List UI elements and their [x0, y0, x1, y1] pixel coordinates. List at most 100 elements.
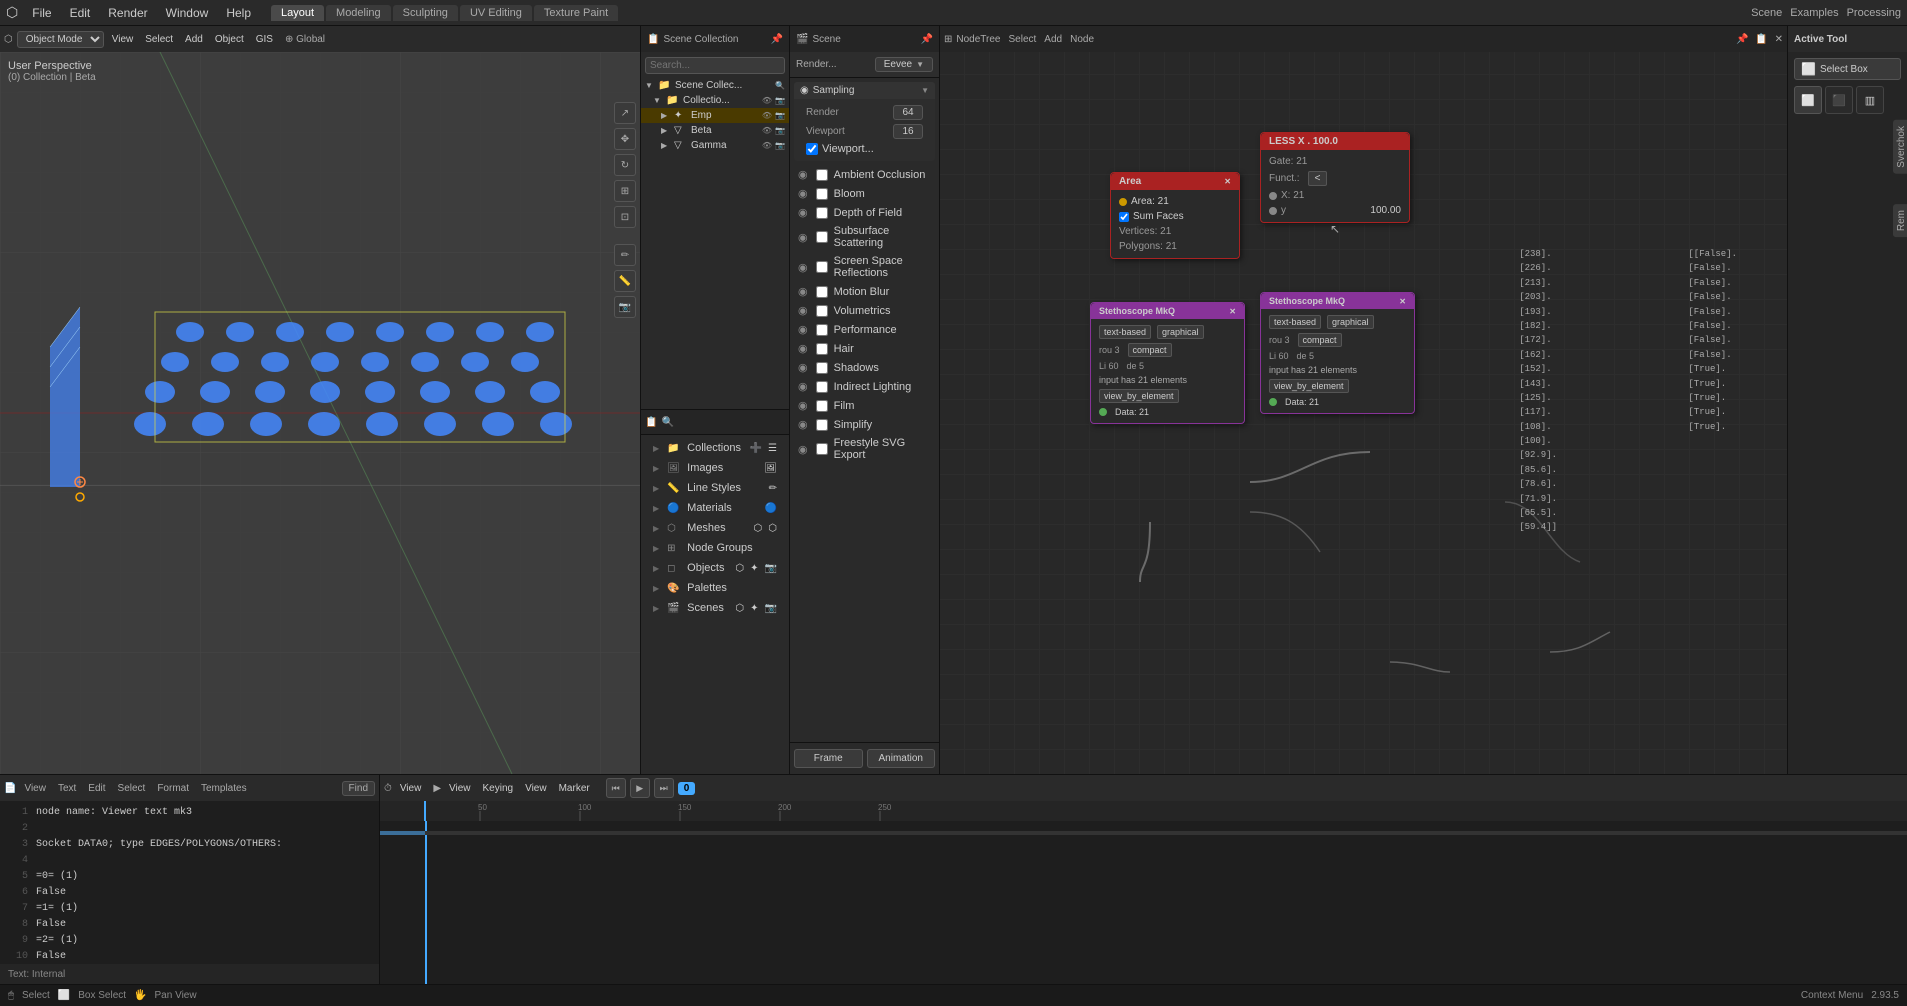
prop-palettes[interactable]: ▶ 🎨 Palettes: [645, 579, 785, 597]
prop-materials[interactable]: ▶ 🔵 Materials 🔵: [645, 499, 785, 517]
shadows-checkbox[interactable]: [816, 362, 828, 374]
move-tool-btn[interactable]: ✥: [614, 128, 636, 150]
node-stetho2-close[interactable]: ✕: [1399, 297, 1406, 306]
node-copy-icon[interactable]: 📋: [1755, 34, 1767, 45]
engine-select[interactable]: Eevee ▼: [875, 57, 933, 72]
viewport-select-menu[interactable]: Select: [141, 33, 177, 46]
indirect-checkbox[interactable]: [816, 381, 828, 393]
node-pin-icon[interactable]: 📌: [1736, 34, 1748, 45]
objects-icon3[interactable]: ✦: [750, 563, 758, 574]
cursor-tool-btn[interactable]: ↗: [614, 102, 636, 124]
tab-texture-paint[interactable]: Texture Paint: [534, 5, 618, 21]
stetho1-view-btn[interactable]: view_by_element: [1099, 389, 1179, 403]
prop-ambient-occlusion[interactable]: ◉ Ambient Occlusion: [790, 165, 939, 184]
select-box-item[interactable]: ⬜ Select Box: [1794, 58, 1901, 80]
prop-film[interactable]: ◉ Film: [790, 396, 939, 415]
gamma-cam-btn[interactable]: 📷: [775, 141, 785, 150]
outliner-search-input[interactable]: [645, 57, 785, 74]
marker-menu[interactable]: Marker: [555, 782, 594, 795]
rem-tab[interactable]: Rem: [1893, 204, 1907, 237]
prop-simplify[interactable]: ◉ Simplify: [790, 415, 939, 434]
node-close-icon[interactable]: ✕: [1775, 34, 1783, 45]
node-stethoscope-2[interactable]: Stethoscope MkQ ✕ text-based graphical r…: [1260, 292, 1415, 414]
objects-icon4[interactable]: 📷: [765, 563, 777, 574]
prop-scenes[interactable]: ▶ 🎬 Scenes ⬡ ✦ 📷: [645, 599, 785, 617]
node-node-menu[interactable]: Node: [1070, 34, 1094, 45]
template-selector[interactable]: Find: [342, 781, 375, 796]
tree-emp[interactable]: ▶ ✦ Emp 👁 📷: [641, 108, 789, 123]
viewport-gis-menu[interactable]: GIS: [252, 33, 277, 46]
timeline-view-menu[interactable]: View: [396, 782, 426, 795]
images-icon2[interactable]: 🖼: [764, 463, 777, 474]
stetho2-textbased-btn[interactable]: text-based: [1269, 315, 1321, 329]
scenes-icon2[interactable]: ⬡: [735, 603, 744, 614]
gamma-vis-btn[interactable]: 👁: [762, 141, 772, 150]
jump-start-btn[interactable]: ⏮: [606, 778, 626, 798]
ssr-checkbox[interactable]: [816, 261, 828, 273]
play-btn[interactable]: ▶: [630, 778, 650, 798]
timeline-playhead[interactable]: [425, 821, 427, 984]
frame-btn[interactable]: Frame: [794, 749, 863, 768]
prop-performance[interactable]: ◉ Performance: [790, 320, 939, 339]
tool-icon-2[interactable]: ⬛: [1825, 86, 1853, 114]
viewport-canvas[interactable]: User Perspective (0) Collection | Beta ↗…: [0, 52, 640, 774]
sampling-header[interactable]: ◉ Sampling ▼: [794, 82, 935, 99]
node-canvas[interactable]: Area ✕ Area: 21 Sum Faces Vertices: 21: [940, 52, 1787, 774]
node-add-menu[interactable]: Add: [1044, 34, 1062, 45]
film-checkbox[interactable]: [816, 400, 828, 412]
perf-checkbox[interactable]: [816, 324, 828, 336]
tab-sculpting[interactable]: Sculpting: [393, 5, 458, 21]
measure-btn[interactable]: 📏: [614, 270, 636, 292]
tree-camera-icon[interactable]: 📷: [775, 96, 785, 105]
render-samples-value[interactable]: 64: [893, 105, 923, 120]
viewport-view-menu[interactable]: View: [108, 33, 138, 46]
text-editor-text-menu[interactable]: Text: [54, 782, 80, 795]
prop-collections[interactable]: ▶ 📁 Collections ➕ ☰: [645, 439, 785, 457]
tree-visibility-btn[interactable]: 👁: [762, 96, 772, 105]
dof-checkbox[interactable]: [816, 207, 828, 219]
freestyle-checkbox[interactable]: [816, 443, 828, 455]
bloom-checkbox[interactable]: [816, 188, 828, 200]
emp-vis-btn[interactable]: 👁: [762, 111, 772, 120]
node-stetho1-close[interactable]: ✕: [1229, 307, 1236, 316]
text-editor-templates-menu[interactable]: Templates: [197, 782, 251, 795]
hair-checkbox[interactable]: [816, 343, 828, 355]
line-styles-icon2[interactable]: ✏: [769, 483, 777, 494]
prop-objects[interactable]: ▶ ◻ Objects ⬡ ✦ 📷: [645, 559, 785, 577]
menu-help[interactable]: Help: [218, 4, 259, 22]
materials-icon2[interactable]: 🔵: [765, 503, 777, 514]
menu-file[interactable]: File: [24, 4, 59, 22]
collections-list-icon[interactable]: ☰: [768, 443, 777, 454]
prop-hair[interactable]: ◉ Hair: [790, 339, 939, 358]
stetho1-compact-btn[interactable]: compact: [1128, 343, 1172, 357]
funct-select[interactable]: <: [1308, 171, 1328, 186]
render-scene-pin[interactable]: 📌: [921, 34, 933, 45]
timeline-body[interactable]: [380, 821, 1907, 984]
objects-icon2[interactable]: ⬡: [735, 563, 744, 574]
text-editor-edit-menu[interactable]: Edit: [84, 782, 109, 795]
sum-faces-check[interactable]: [1119, 212, 1129, 222]
stetho1-textbased-btn[interactable]: text-based: [1099, 325, 1151, 339]
tab-layout[interactable]: Layout: [271, 5, 324, 21]
scale-tool-btn[interactable]: ⊞: [614, 180, 636, 202]
node-less-x[interactable]: LESS X . 100.0 Gate: 21 Funct.: < X: 21: [1260, 132, 1410, 223]
tree-scene-collection[interactable]: ▼ 📁 Scene Collec... 🔍: [641, 78, 789, 93]
prop-motion-blur[interactable]: ◉ Motion Blur: [790, 282, 939, 301]
prop-depth-of-field[interactable]: ◉ Depth of Field: [790, 203, 939, 222]
sampling-toggle[interactable]: ▼: [921, 86, 929, 95]
rotate-tool-btn[interactable]: ↻: [614, 154, 636, 176]
tree-beta[interactable]: ▶ ▽ Beta 👁 📷: [641, 123, 789, 138]
node-area[interactable]: Area ✕ Area: 21 Sum Faces Vertices: 21: [1110, 172, 1240, 259]
stetho2-graphical-btn[interactable]: graphical: [1327, 315, 1374, 329]
sverchok-tab[interactable]: Sverchok: [1893, 120, 1907, 174]
beta-cam-btn[interactable]: 📷: [775, 126, 785, 135]
prop-subsurface-scattering[interactable]: ◉ Subsurface Scattering: [790, 222, 939, 252]
emp-cam-btn[interactable]: 📷: [775, 111, 785, 120]
menu-edit[interactable]: Edit: [62, 4, 99, 22]
node-stethoscope-1[interactable]: Stethoscope MkQ ✕ text-based graphical r…: [1090, 302, 1245, 424]
stetho2-compact-btn[interactable]: compact: [1298, 333, 1342, 347]
scenes-icon3[interactable]: ✦: [750, 603, 758, 614]
tree-collection[interactable]: ▼ 📁 Collectio... 👁 📷: [641, 93, 789, 108]
node-select-menu[interactable]: Select: [1009, 34, 1037, 45]
outliner-pin-btn[interactable]: 📌: [771, 34, 783, 45]
